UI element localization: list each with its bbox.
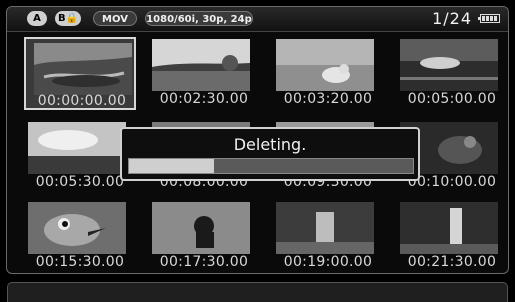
format-badge: MOV xyxy=(93,11,137,26)
delete-progress-fill xyxy=(129,159,215,173)
slot-b-lock-badge: B🔒 xyxy=(55,11,81,26)
thumbnail-image xyxy=(400,202,498,254)
timecode-label: 00:03:20.00 xyxy=(283,91,373,107)
thumbnail-image xyxy=(152,202,250,254)
thumbnail-image xyxy=(400,39,498,91)
timecode-label: 00:17:30.00 xyxy=(159,254,249,270)
bottom-bar xyxy=(7,282,508,302)
thumbnail-image xyxy=(28,122,126,174)
timecode-label: 00:05:00.00 xyxy=(407,91,497,107)
frame-rate-badge: 1080/60i, 30p, 24p xyxy=(145,11,253,26)
timecode-label: 00:15:30.00 xyxy=(35,254,125,270)
thumbnail-tile[interactable]: 00:05:00.00 xyxy=(396,37,508,110)
thumbnail-image xyxy=(34,43,132,95)
thumbnail-tile[interactable]: 00:19:00.00 xyxy=(272,200,384,273)
lock-icon: 🔒 xyxy=(65,13,79,24)
thumbnail-tile[interactable]: 00:15:30.00 xyxy=(24,200,136,273)
clip-counter: 1/24 xyxy=(432,9,472,28)
timecode-label: 00:02:30.00 xyxy=(159,91,249,107)
thumbnail-image xyxy=(28,202,126,254)
thumbnail-tile[interactable]: 00:17:30.00 xyxy=(148,200,260,273)
timecode-label: 00:19:00.00 xyxy=(283,254,373,270)
battery-icon xyxy=(478,14,500,23)
deleting-dialog: Deleting. xyxy=(120,127,420,181)
thumbnail-tile[interactable]: 00:03:20.00 xyxy=(272,37,384,110)
thumbnail-image xyxy=(276,202,374,254)
thumbnail-tile[interactable]: 00:21:30.00 xyxy=(396,200,508,273)
slot-a-badge: A xyxy=(27,11,47,26)
dialog-message: Deleting. xyxy=(233,135,307,154)
thumbnail-image xyxy=(152,39,250,91)
timecode-label: 00:21:30.00 xyxy=(407,254,497,270)
delete-progress-bar xyxy=(128,158,414,174)
thumbnail-tile[interactable]: 00:00:00.00 xyxy=(24,37,136,110)
status-bar: A B🔒 MOV 1080/60i, 30p, 24p 1/24 xyxy=(7,7,508,32)
thumbnail-image xyxy=(276,39,374,91)
timecode-label: 00:00:00.00 xyxy=(37,93,127,109)
thumbnail-tile[interactable]: 00:02:30.00 xyxy=(148,37,260,110)
